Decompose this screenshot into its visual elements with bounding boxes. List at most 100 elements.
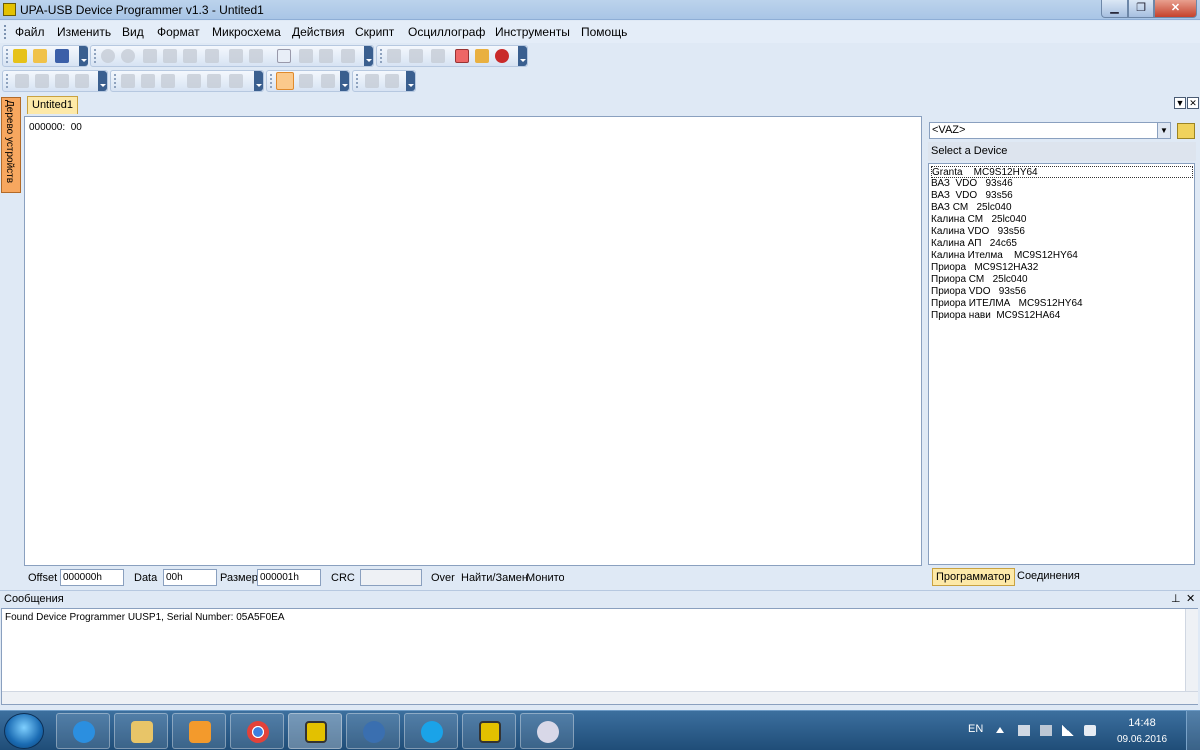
menu-script[interactable]: Скрипт bbox=[355, 25, 394, 39]
line-icon[interactable] bbox=[35, 74, 49, 88]
messages-area[interactable]: Found Device Programmer UUSP1, Serial Nu… bbox=[1, 608, 1198, 705]
close-icon[interactable]: ✕ bbox=[1186, 592, 1195, 605]
page-icon[interactable] bbox=[277, 49, 291, 63]
paste-icon[interactable] bbox=[183, 49, 197, 63]
find-icon[interactable] bbox=[229, 49, 243, 63]
read-chip-icon[interactable] bbox=[387, 49, 401, 63]
toolbar-overflow-button[interactable] bbox=[340, 71, 349, 91]
action-center-icon[interactable] bbox=[1040, 725, 1052, 736]
toolbar-grip[interactable] bbox=[380, 49, 383, 63]
open-folder-icon[interactable] bbox=[33, 49, 47, 63]
toolbar-grip[interactable] bbox=[94, 49, 97, 63]
device-group-select[interactable]: <VAZ> bbox=[929, 122, 1171, 139]
size-field[interactable]: 000001h bbox=[257, 569, 321, 586]
clock-date[interactable]: 09.06.2016 bbox=[1112, 734, 1172, 745]
redo-icon[interactable] bbox=[121, 49, 135, 63]
tab-connections[interactable]: Соединения bbox=[1014, 568, 1083, 586]
underline-icon[interactable] bbox=[161, 74, 175, 88]
minimize-button[interactable]: ▁ bbox=[1101, 0, 1128, 18]
device-item[interactable]: Приора VDO 93s56 bbox=[931, 286, 1026, 298]
vertical-scrollbar[interactable] bbox=[1185, 609, 1198, 691]
device-item[interactable]: ВАЗ VDO 93s46 bbox=[931, 178, 1013, 190]
keyboard-icon[interactable] bbox=[1018, 725, 1030, 736]
cross-icon[interactable] bbox=[55, 74, 69, 88]
replace-icon[interactable] bbox=[249, 49, 263, 63]
tab-untited1[interactable]: Untited1 bbox=[27, 96, 78, 114]
menu-edit[interactable]: Изменить bbox=[57, 25, 111, 39]
show-desktop-button[interactable] bbox=[1186, 711, 1200, 750]
maximize-button[interactable]: ❐ bbox=[1128, 0, 1154, 18]
cut-icon[interactable] bbox=[143, 49, 157, 63]
write-chip-icon[interactable] bbox=[409, 49, 423, 63]
clock-time[interactable]: 14:48 bbox=[1120, 717, 1164, 729]
menu-view[interactable]: Вид bbox=[122, 25, 144, 39]
toolbar-grip[interactable] bbox=[114, 74, 117, 88]
device-item[interactable]: Калина Ителма MC9S12HY64 bbox=[931, 250, 1078, 262]
device-item[interactable]: Приора СМ 25lc040 bbox=[931, 274, 1028, 286]
toolbar-overflow-button[interactable] bbox=[364, 46, 373, 66]
selection-icon[interactable] bbox=[321, 74, 335, 88]
toolbar-overflow-button[interactable] bbox=[406, 71, 415, 91]
start-button[interactable] bbox=[4, 713, 44, 749]
monitor-button[interactable]: Монитор bbox=[526, 572, 564, 584]
align-center-icon[interactable] bbox=[207, 74, 221, 88]
menu-grip[interactable] bbox=[4, 25, 7, 39]
menu-help[interactable]: Помощь bbox=[581, 25, 627, 39]
toolbar-grip[interactable] bbox=[270, 74, 273, 88]
toolbar-overflow-button[interactable] bbox=[518, 46, 527, 66]
hex-editor[interactable]: 000000: 00 bbox=[24, 116, 922, 566]
taskbar-file-explorer[interactable] bbox=[114, 713, 168, 749]
chevron-down-icon[interactable]: ▼ bbox=[1157, 123, 1170, 138]
data-field[interactable]: 00h bbox=[163, 569, 217, 586]
taskbar-internet-explorer[interactable] bbox=[56, 713, 110, 749]
menu-tools[interactable]: Инструменты bbox=[495, 25, 570, 39]
bug-icon[interactable] bbox=[495, 49, 509, 63]
pen-icon[interactable] bbox=[15, 74, 29, 88]
pin-icon[interactable]: ⊥ bbox=[1171, 592, 1181, 605]
delete-icon[interactable] bbox=[205, 49, 219, 63]
taskbar-media-player[interactable] bbox=[172, 713, 226, 749]
taskbar-chrome[interactable] bbox=[230, 713, 284, 749]
volume-icon[interactable] bbox=[1084, 725, 1096, 736]
save-icon[interactable] bbox=[55, 49, 69, 63]
compare-icon[interactable] bbox=[319, 49, 333, 63]
find-replace-button[interactable]: Найти/Замен bbox=[461, 572, 528, 584]
device-item[interactable]: Приора нави MC9S12HA64 bbox=[931, 310, 1060, 322]
toolbar-overflow-button[interactable] bbox=[79, 46, 88, 66]
device-item[interactable]: ВАЗ VDO 93s56 bbox=[931, 190, 1013, 202]
pointer-icon[interactable] bbox=[276, 72, 294, 90]
toolbar-grip[interactable] bbox=[6, 74, 9, 88]
taskbar-paint[interactable] bbox=[520, 713, 574, 749]
align-left-icon[interactable] bbox=[187, 74, 201, 88]
toolbar-overflow-button[interactable] bbox=[98, 71, 107, 91]
settings-icon[interactable] bbox=[475, 49, 489, 63]
close-button[interactable]: ✕ bbox=[1154, 0, 1197, 18]
tab-list-button[interactable]: ▼ bbox=[1174, 97, 1186, 109]
new-chip-icon[interactable] bbox=[13, 49, 27, 63]
tab-close-button[interactable]: ✕ bbox=[1187, 97, 1199, 109]
taskbar-upa-programmer[interactable] bbox=[288, 713, 342, 749]
network-signal-icon[interactable] bbox=[1062, 725, 1074, 736]
align-right-icon[interactable] bbox=[229, 74, 243, 88]
device-item[interactable]: Granta MC9S12HY64 bbox=[931, 166, 1193, 178]
menu-oscilloscope[interactable]: Осциллограф bbox=[408, 25, 485, 39]
undo-icon[interactable] bbox=[101, 49, 115, 63]
menu-file[interactable]: Файл bbox=[15, 25, 45, 39]
grid-icon[interactable] bbox=[299, 49, 313, 63]
device-tree-side-tab[interactable]: Дерево устройств bbox=[1, 97, 21, 193]
taskbar-upa-programmer-2[interactable] bbox=[462, 713, 516, 749]
device-item[interactable]: Калина VDO 93s56 bbox=[931, 226, 1025, 238]
bold-icon[interactable] bbox=[121, 74, 135, 88]
verify-icon[interactable] bbox=[431, 49, 445, 63]
erase-icon[interactable] bbox=[455, 49, 469, 63]
refresh-icon[interactable] bbox=[341, 49, 355, 63]
taskbar-skype[interactable] bbox=[404, 713, 458, 749]
menu-format[interactable]: Формат bbox=[157, 25, 200, 39]
crc-field[interactable] bbox=[360, 569, 422, 586]
language-indicator[interactable]: EN bbox=[968, 723, 983, 735]
menu-chip[interactable]: Микросхема bbox=[212, 25, 281, 39]
device-item[interactable]: Приора ИТЕЛМА MC9S12HY64 bbox=[931, 298, 1083, 310]
menu-actions[interactable]: Действия bbox=[292, 25, 345, 39]
tab-programmer[interactable]: Программатор bbox=[932, 568, 1015, 586]
device-list[interactable]: Granta MC9S12HY64 ВАЗ VDO 93s46 ВАЗ VDO … bbox=[928, 163, 1195, 565]
